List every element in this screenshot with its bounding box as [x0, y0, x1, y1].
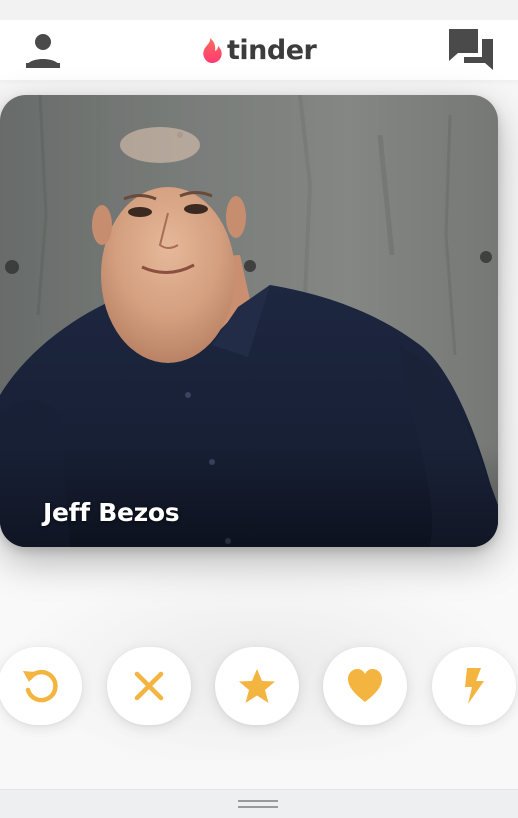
close-icon — [134, 671, 164, 701]
super-like-button[interactable] — [215, 647, 299, 725]
tinder-logo: tinder — [200, 33, 317, 67]
nope-button[interactable] — [107, 647, 191, 725]
chat-bubbles-icon — [449, 29, 493, 70]
profile-card[interactable] — [0, 95, 498, 547]
heart-icon — [348, 669, 382, 702]
logo-text: tinder — [227, 34, 317, 66]
profile-photo — [0, 95, 498, 547]
like-button[interactable] — [323, 647, 407, 725]
flame-icon — [203, 38, 222, 63]
boost-button[interactable] — [432, 647, 516, 725]
tinder-screen: tinder Jeff Bezos — [0, 0, 518, 818]
lightning-icon — [465, 668, 484, 704]
profile-button[interactable] — [22, 30, 64, 72]
header-divider — [0, 80, 518, 86]
status-strip — [0, 0, 518, 20]
star-icon — [239, 669, 275, 703]
drag-handle[interactable] — [238, 800, 278, 809]
undo-icon — [23, 669, 58, 703]
profile-name: Jeff Bezos — [43, 498, 180, 527]
messages-button[interactable] — [446, 26, 496, 72]
person-icon — [26, 34, 60, 68]
rewind-button[interactable] — [0, 647, 82, 725]
